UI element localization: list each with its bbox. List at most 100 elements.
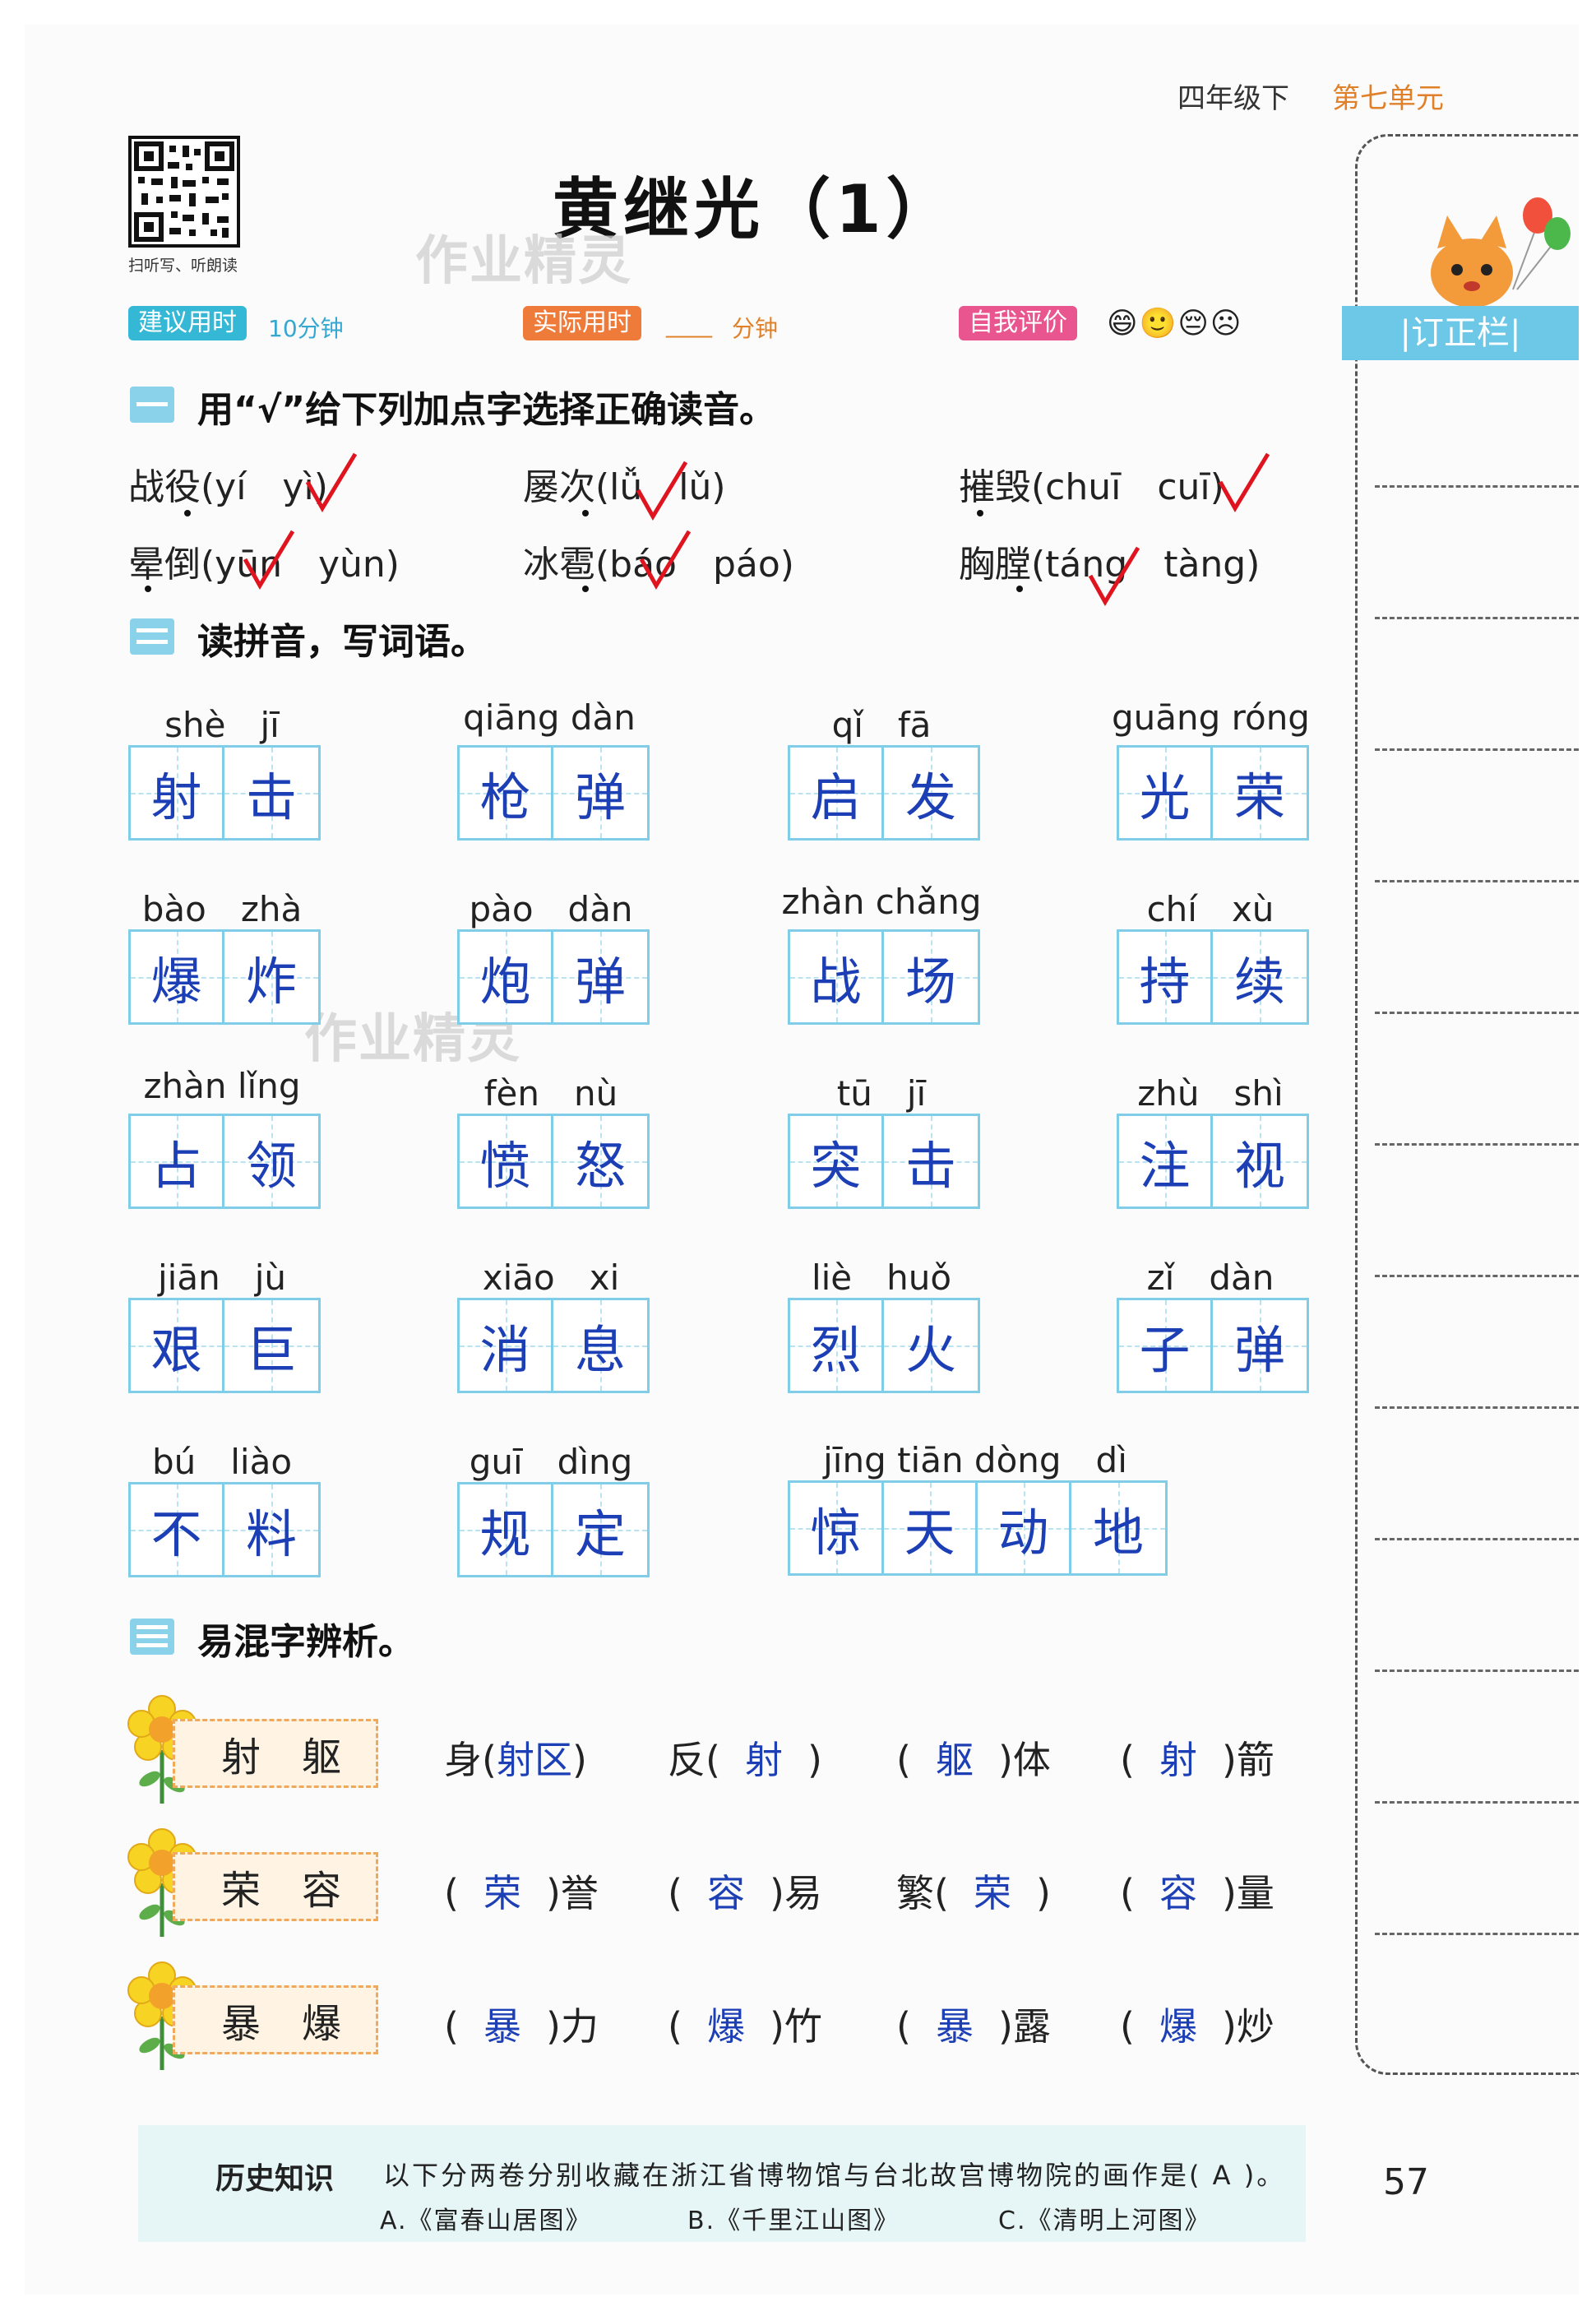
fill-blank-item[interactable]: (爆)炒: [1120, 1997, 1274, 2051]
word-grid: 惊天动地: [788, 1480, 1168, 1576]
pinyin-label: shè jī: [164, 705, 280, 745]
qr-code-icon[interactable]: [128, 136, 240, 248]
check-mark-icon: [636, 461, 688, 521]
confusable-pair: 荣容: [173, 1852, 378, 1921]
word-grid: 爆炸: [128, 929, 321, 1025]
correction-line: [1375, 1275, 1579, 1277]
pinyin-label: bú liào: [151, 1442, 293, 1482]
history-question: 以下分两卷分别收藏在浙江省博物馆与台北故宫博物院的画作是( A )。: [383, 2160, 1286, 2191]
fill-blank-item[interactable]: 反(射): [668, 1730, 822, 1785]
word-grid: 突击: [788, 1114, 980, 1209]
word-grid: 不料: [128, 1482, 321, 1577]
correction-sidebar: [1355, 134, 1579, 2075]
check-mark-icon: [243, 530, 295, 590]
correction-line: [1375, 1933, 1579, 1935]
cat-mascot-icon: [1431, 197, 1571, 308]
word-grid: 射击: [128, 745, 321, 841]
check-mark-icon: [1218, 452, 1270, 512]
pinyin-label: jiān jù: [158, 1257, 286, 1298]
emphasis-dot: [145, 586, 151, 592]
pinyin-label: guī dìng: [469, 1442, 633, 1482]
pronunciation-item: 屡次(lǚ lǔ): [523, 466, 726, 508]
check-mark-icon: [1088, 546, 1140, 606]
suggest-time-value: 10分钟: [268, 315, 344, 342]
history-option-b[interactable]: B.《千里江山图》: [687, 2200, 900, 2236]
pinyin-label: guāng róng: [1112, 697, 1310, 738]
fill-blank-item[interactable]: 身(射区): [444, 1730, 587, 1785]
pronunciation-item: 战役(yí yì): [128, 466, 328, 508]
section-three-icon: [130, 1619, 174, 1655]
word-grid: 战场: [788, 929, 980, 1025]
fill-blank-item[interactable]: (暴)露: [896, 1997, 1051, 2051]
pinyin-label: jīng tiān dòng dì: [823, 1440, 1127, 1480]
correction-line: [1375, 1012, 1579, 1014]
pinyin-label: zhàn lǐng: [143, 1066, 301, 1106]
word-grid: 光荣: [1117, 745, 1309, 841]
word-grid: 艰巨: [128, 1298, 321, 1393]
word-grid: 规定: [457, 1482, 650, 1577]
correction-line: [1375, 1143, 1579, 1146]
pinyin-label: qǐ fā: [831, 705, 932, 745]
fill-blank-item[interactable]: 繁(荣): [896, 1864, 1051, 1918]
history-knowledge-label: 历史知识: [215, 2162, 335, 2196]
pinyin-label: chí xù: [1146, 889, 1274, 929]
pinyin-label: qiāng dàn: [463, 697, 636, 738]
word-grid: 炮弹: [457, 929, 650, 1025]
fill-blank-item[interactable]: (容)量: [1120, 1864, 1274, 1918]
pinyin-label: bào zhà: [141, 889, 303, 929]
word-grid: 烈火: [788, 1298, 980, 1393]
fill-blank-item[interactable]: (荣)誉: [444, 1864, 599, 1918]
correction-line: [1375, 485, 1579, 488]
word-grid: 占领: [128, 1114, 321, 1209]
confusable-pair: 射躯: [173, 1719, 378, 1788]
unit-label: 第七单元: [1332, 82, 1444, 115]
correction-line: [1375, 1538, 1579, 1540]
correction-line: [1375, 880, 1579, 882]
pronunciation-item: 摧毁(chuī cuī): [959, 466, 1224, 508]
pinyin-label: tū jī: [836, 1073, 927, 1114]
pinyin-label: fèn nù: [483, 1073, 618, 1114]
section-two-icon: [130, 618, 174, 655]
watermark: 作业精灵: [415, 231, 632, 292]
correction-line: [1375, 1670, 1579, 1672]
correction-tag: |订正栏|: [1342, 306, 1579, 360]
word-grid: 持续: [1117, 929, 1309, 1025]
pinyin-label: liè huǒ: [811, 1257, 952, 1298]
suggest-time-tag: 建议用时: [128, 306, 247, 340]
word-grid: 消息: [457, 1298, 650, 1393]
pinyin-label: zǐ dàn: [1146, 1257, 1274, 1298]
section-one-title: 用“√”给下列加点字选择正确读音。: [197, 389, 776, 431]
pinyin-label: zhàn chǎng: [781, 882, 982, 922]
section-three-title: 易混字辨析。: [197, 1621, 414, 1663]
rating-faces-icon[interactable]: 😄🙂😔☹: [1107, 306, 1242, 340]
pinyin-label: pào dàn: [469, 889, 633, 929]
check-mark-icon: [305, 452, 358, 512]
qr-caption: 扫听写、听朗读: [128, 257, 238, 275]
history-option-a[interactable]: A.《富春山居图》: [380, 2200, 592, 2236]
history-option-c[interactable]: C.《清明上河图》: [998, 2200, 1210, 2236]
fill-blank-item[interactable]: (爆)竹: [668, 1997, 822, 2051]
self-eval-tag: 自我评价: [959, 306, 1077, 340]
pinyin-label: zhù shì: [1137, 1073, 1284, 1114]
actual-time-unit: 分钟: [732, 315, 779, 342]
pinyin-label: xiāo xi: [482, 1257, 620, 1298]
fill-blank-item[interactable]: (躯)体: [896, 1730, 1051, 1785]
fill-blank-item[interactable]: (暴)力: [444, 1997, 599, 2051]
emphasis-dot: [1016, 586, 1023, 592]
emphasis-dot: [582, 510, 589, 516]
word-grid: 枪弹: [457, 745, 650, 841]
check-mark-icon: [639, 530, 692, 590]
word-grid: 启发: [788, 745, 980, 841]
actual-time-blank[interactable]: ____: [666, 311, 712, 338]
word-grid: 愤怒: [457, 1114, 650, 1209]
correction-line: [1375, 748, 1579, 751]
word-grid: 注视: [1117, 1114, 1309, 1209]
fill-blank-item[interactable]: (容)易: [668, 1864, 822, 1918]
actual-time-tag: 实际用时: [523, 306, 641, 340]
word-grid: 子弹: [1117, 1298, 1309, 1393]
section-two-title: 读拼音，写词语。: [197, 621, 487, 663]
emphasis-dot: [184, 510, 191, 516]
emphasis-dot: [582, 586, 589, 592]
emphasis-dot: [977, 510, 983, 516]
fill-blank-item[interactable]: (射)箭: [1120, 1730, 1274, 1785]
